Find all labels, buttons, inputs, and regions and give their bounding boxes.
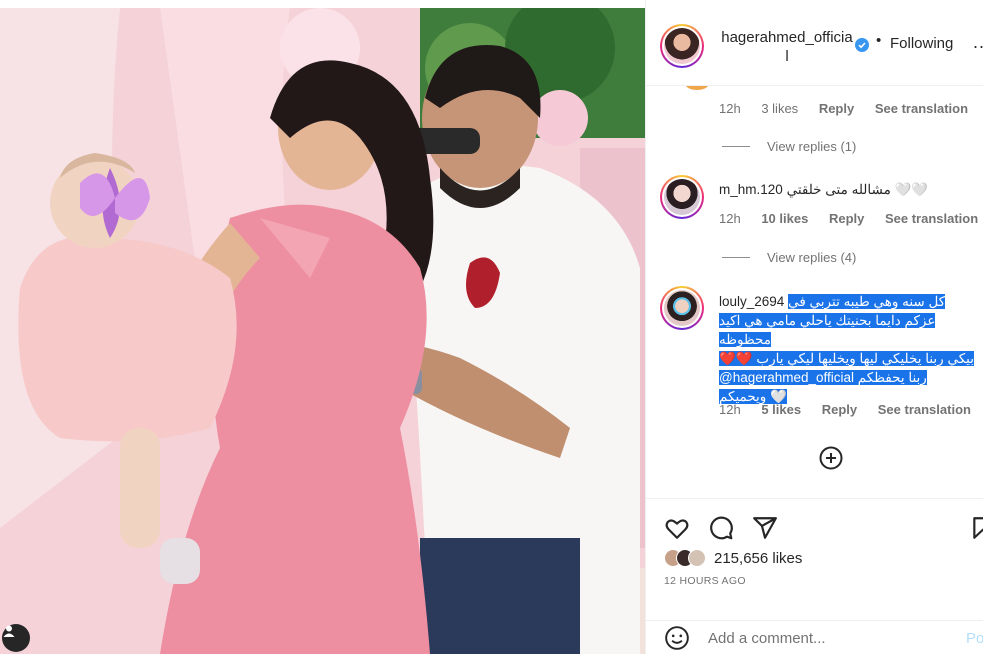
comment-body: louly_2694 كل سنه وهي طيبه تتربي في عزكم… xyxy=(719,292,977,406)
comment-likes[interactable]: 3 likes xyxy=(761,101,798,116)
replies-line xyxy=(722,257,750,258)
comment-icon[interactable] xyxy=(708,515,734,541)
post-header: hagerahmed_official • Following ... xyxy=(646,8,983,86)
author-avatar[interactable] xyxy=(660,24,704,68)
replies-line xyxy=(722,146,750,147)
comment-meta: 12h 10 likes Reply See translation xyxy=(719,211,983,226)
mention-link[interactable]: @hagerahmed_official ربنا يحفظكم xyxy=(719,370,927,385)
comment-username[interactable]: m_hm.120 xyxy=(719,182,783,197)
comment-avatar[interactable] xyxy=(660,175,704,219)
comment-text: مشالله متى خلقتي 🤍🤍 xyxy=(786,182,929,197)
comment-username[interactable]: louly_2694 xyxy=(719,294,784,309)
like-heart-icon[interactable] xyxy=(664,515,690,541)
post-actions: 215,656 likes 12 HOURS AGO xyxy=(646,498,983,620)
liker-avatar xyxy=(688,549,706,567)
share-icon[interactable] xyxy=(752,515,778,541)
comment-text-line: ❤️❤️ بيكي ربنا يخليكي ليها ويخليها ليكي … xyxy=(719,351,974,366)
separator-dot: • xyxy=(876,32,882,49)
post-comment-button[interactable]: Po xyxy=(966,630,983,647)
post-timestamp[interactable]: 12 HOURS AGO xyxy=(664,575,746,587)
tagged-users-button[interactable] xyxy=(2,624,30,652)
comment-likes[interactable]: 10 likes xyxy=(761,211,808,226)
reply-button[interactable]: Reply xyxy=(822,402,857,417)
person-icon xyxy=(3,625,15,637)
comment-time: 12h xyxy=(719,402,741,417)
author-username[interactable]: hagerahmed_official xyxy=(720,28,854,66)
likes-row[interactable]: 215,656 likes xyxy=(664,549,802,567)
see-translation-button[interactable]: See translation xyxy=(885,211,978,226)
post-photo[interactable] xyxy=(0,8,645,654)
comment-text-line: كل سنه وهي طيبه تتربي في xyxy=(788,294,946,309)
comment-likes[interactable]: 5 likes xyxy=(761,402,801,417)
view-replies-label: View replies (4) xyxy=(767,250,857,265)
more-options-icon[interactable]: ... xyxy=(973,32,983,53)
emoji-icon[interactable] xyxy=(664,625,690,651)
verified-badge-icon xyxy=(855,38,869,52)
post-side-panel: hagerahmed_official • Following ... 12h … xyxy=(645,0,983,654)
load-more-comments-icon[interactable] xyxy=(819,446,843,470)
comment-avatar[interactable] xyxy=(660,286,704,330)
comment-body: m_hm.120 مشالله متى خلقتي 🤍🤍 xyxy=(719,180,928,199)
comment-meta: 12h 5 likes Reply See translation xyxy=(719,402,983,417)
comments-list: 12h 3 likes Reply See translation View r… xyxy=(646,86,983,498)
view-replies-button[interactable]: View replies (1) xyxy=(722,139,856,154)
following-button[interactable]: Following xyxy=(890,35,953,52)
comment-text-line: عزكم دايما بحنيتك ياحلي مامي هي اكيد محظ… xyxy=(719,313,936,347)
comment-meta: 12h 3 likes Reply See translation xyxy=(719,101,983,116)
save-bookmark-icon[interactable] xyxy=(970,515,983,541)
see-translation-button[interactable]: See translation xyxy=(878,402,971,417)
see-translation-button[interactable]: See translation xyxy=(875,101,968,116)
reply-button[interactable]: Reply xyxy=(819,101,854,116)
photo-illustration xyxy=(0,8,645,654)
likes-count[interactable]: 215,656 likes xyxy=(714,550,802,567)
add-comment-input[interactable]: Add a comment... xyxy=(708,630,826,647)
reply-button[interactable]: Reply xyxy=(829,211,864,226)
comment-time: 12h xyxy=(719,211,741,226)
add-comment-bar: Add a comment... Po xyxy=(646,620,983,654)
view-replies-label: View replies (1) xyxy=(767,139,857,154)
comment-avatar-partial xyxy=(686,86,708,90)
comment-time: 12h xyxy=(719,101,741,116)
view-replies-button[interactable]: View replies (4) xyxy=(722,250,856,265)
